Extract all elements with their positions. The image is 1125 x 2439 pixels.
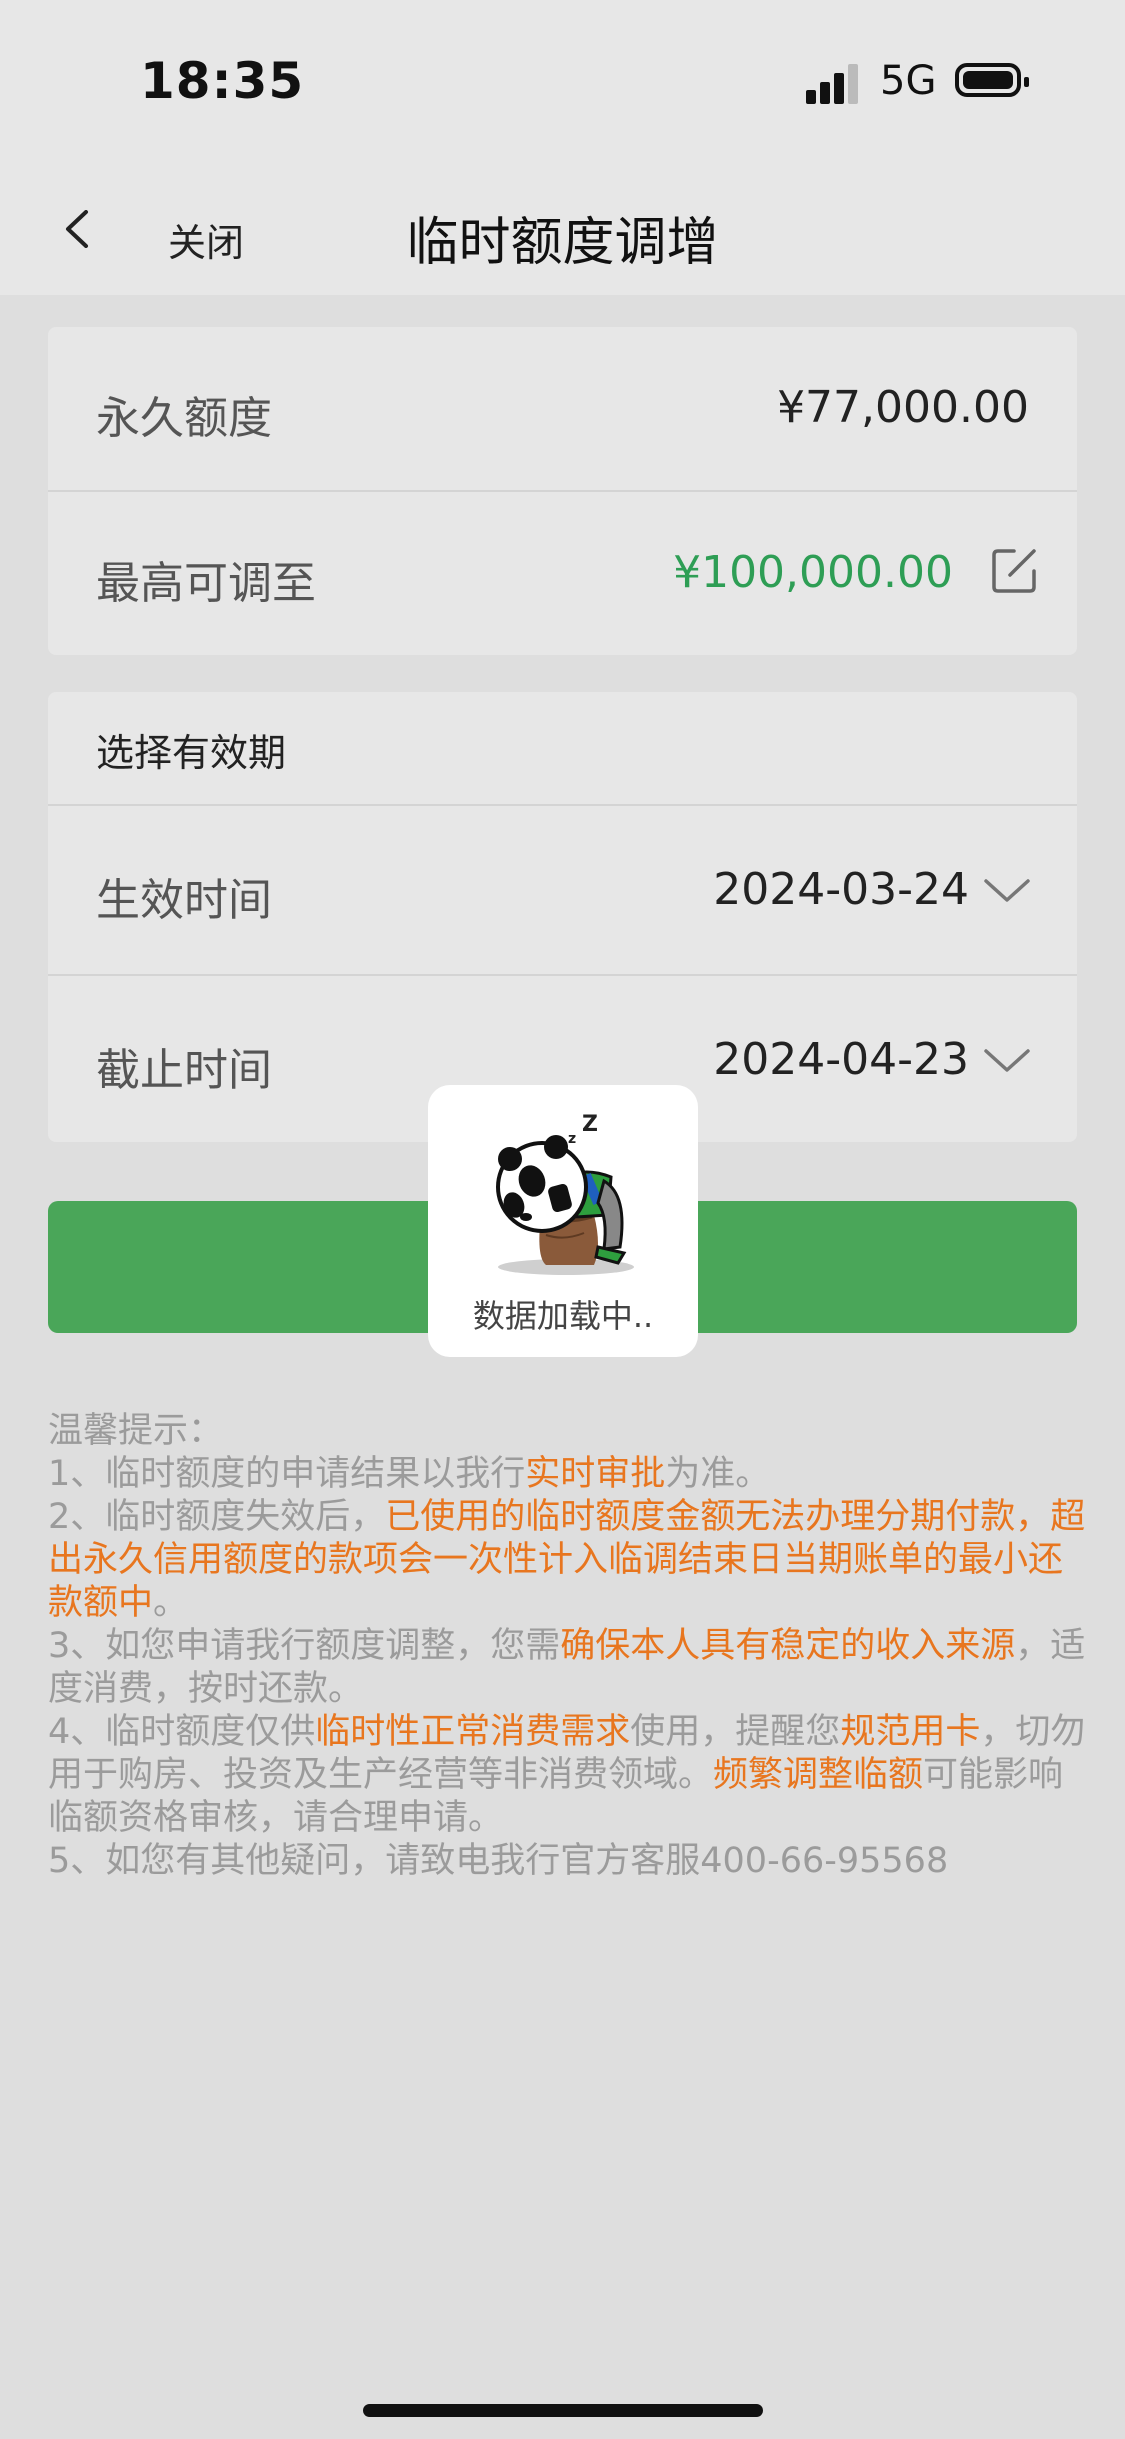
loading-toast: Z z 数据加载中.. <box>428 1085 698 1357</box>
validity-section-title: 选择有效期 <box>96 731 287 775</box>
status-time: 18:35 <box>140 52 305 110</box>
tip-item: 5、如您有其他疑问，请致电我行官方客服400-66-95568 <box>48 1841 949 1881</box>
panda-mascot-icon: Z z <box>496 1112 634 1275</box>
page-title: 临时额度调增 <box>406 213 719 273</box>
svg-text:z: z <box>568 1131 576 1147</box>
tip-item: 4、临时额度仅供临时性正常消费需求使用，提醒您规范用卡，切勿用于购房、投资及生产… <box>48 1712 1086 1838</box>
max-limit-row[interactable]: 最高可调至 ¥100,000.00 <box>48 492 1077 655</box>
svg-text:Z: Z <box>582 1112 598 1137</box>
edit-icon[interactable] <box>990 547 1038 595</box>
tip-item: 2、临时额度失效后，已使用的临时额度金额无法办理分期付款，超出永久信用额度的款项… <box>48 1497 1086 1623</box>
start-date-value[interactable]: 2024-03-24 <box>713 864 969 915</box>
max-limit-value[interactable]: ¥100,000.00 <box>673 547 953 598</box>
end-date-value[interactable]: 2024-04-23 <box>713 1034 969 1085</box>
tips-section: 温馨提示： 1、临时额度的申请结果以我行实时审批为准。 2、临时额度失效后，已使… <box>48 1410 1088 1883</box>
network-type: 5G <box>880 58 937 104</box>
permanent-limit-row: 永久额度 ¥77,000.00 <box>48 327 1077 490</box>
signal-icon <box>806 64 858 104</box>
nav-bar: 关闭 临时额度调增 <box>0 160 1125 295</box>
tips-title: 温馨提示： <box>48 1411 224 1451</box>
tip-item: 1、临时额度的申请结果以我行实时审批为准。 <box>48 1454 771 1494</box>
start-date-row[interactable]: 生效时间 2024-03-24 <box>48 806 1077 974</box>
loading-text: 数据加载中.. <box>472 1297 654 1335</box>
tip-item: 3、如您申请我行额度调整，您需确保本人具有稳定的收入来源，适度消费，按时还款。 <box>48 1626 1086 1709</box>
validity-card: 选择有效期 生效时间 2024-03-24 截止时间 2024-04-23 <box>48 692 1077 1142</box>
limit-card: 永久额度 ¥77,000.00 最高可调至 ¥100,000.00 <box>48 327 1077 655</box>
status-bar: 18:35 5G <box>0 0 1125 160</box>
permanent-limit-value: ¥77,000.00 <box>777 382 1029 433</box>
end-date-label: 截止时间 <box>96 1045 272 1096</box>
chevron-down-icon[interactable] <box>983 1048 1031 1074</box>
battery-icon <box>955 63 1029 97</box>
permanent-limit-label: 永久额度 <box>96 393 272 444</box>
home-indicator[interactable] <box>363 2404 763 2417</box>
chevron-down-icon[interactable] <box>983 878 1031 904</box>
start-date-label: 生效时间 <box>96 875 272 926</box>
max-limit-label: 最高可调至 <box>96 558 316 609</box>
